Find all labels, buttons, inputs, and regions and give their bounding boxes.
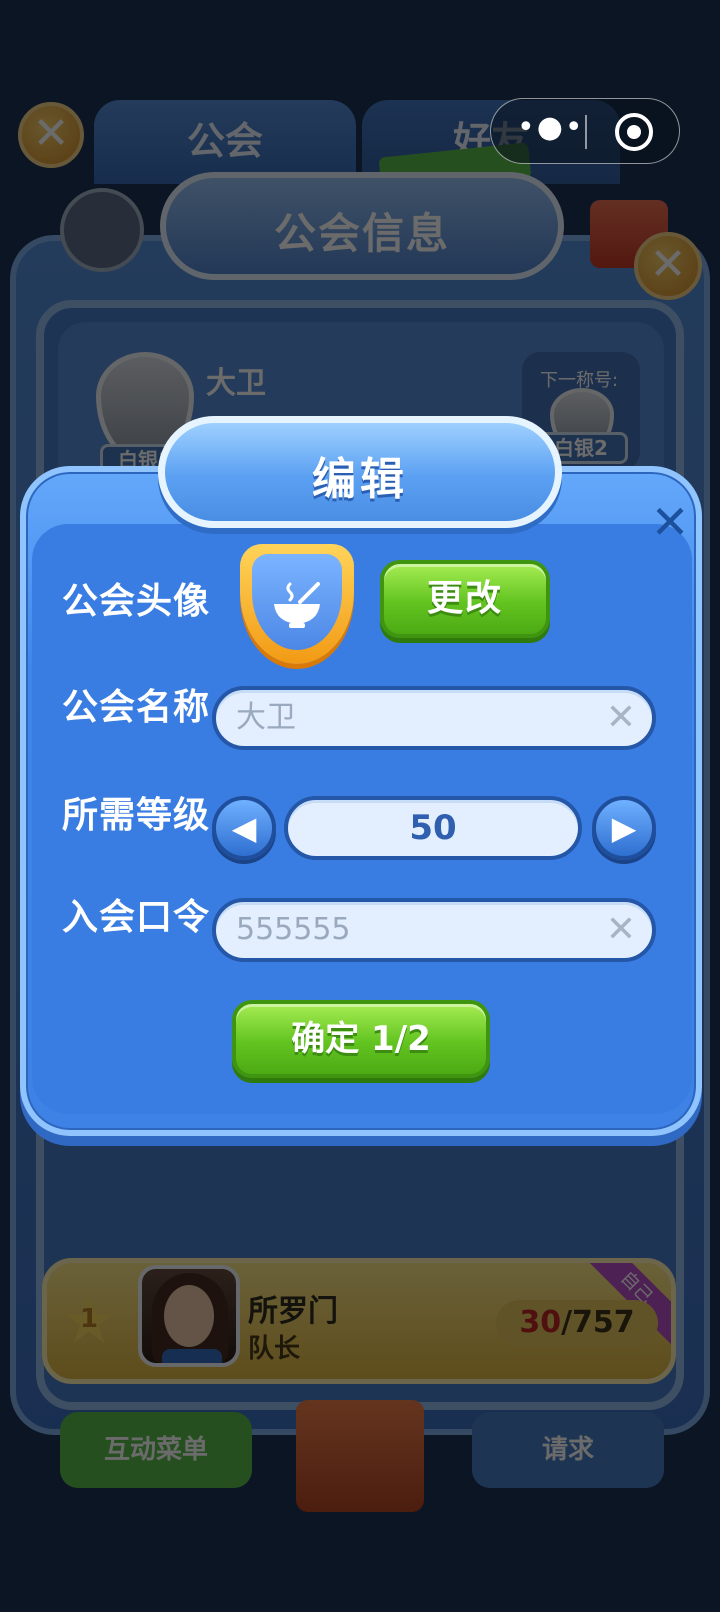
member-rank: 1 — [79, 1304, 99, 1334]
level-decrease-button[interactable]: ◀ — [212, 796, 276, 860]
avatar-label: 公会头像 — [62, 581, 211, 622]
dialog-title: 编辑 — [312, 454, 408, 505]
interaction-menu-button[interactable]: 互动菜单 — [60, 1412, 252, 1488]
guild-name: 大卫 — [206, 366, 266, 401]
member-score: 30/757 — [496, 1300, 658, 1346]
guild-name-input[interactable]: 大卫 ✕ — [212, 686, 656, 750]
top-close-icon[interactable]: ✕ — [18, 102, 84, 168]
arrow-right-icon: ▶ — [611, 809, 637, 847]
request-button[interactable]: 请求 — [472, 1412, 664, 1488]
confirm-button[interactable]: 确定 1/2 — [232, 1000, 490, 1078]
level-increase-button[interactable]: ▶ — [592, 796, 656, 860]
score-current: 30 — [519, 1305, 562, 1340]
clear-password-icon[interactable]: ✕ — [606, 902, 636, 958]
join-password-input[interactable]: 555555 ✕ — [212, 898, 656, 962]
guild-shield-icon — [60, 188, 144, 272]
guild-name-value: 大卫 — [236, 700, 296, 735]
capsule-divider — [585, 115, 587, 149]
score-total: /757 — [561, 1305, 635, 1340]
dialog-title-pill: 编辑 — [158, 416, 562, 528]
chest-icon[interactable] — [296, 1400, 424, 1512]
bowl-icon — [274, 582, 320, 628]
panel-title: 公会信息 — [273, 209, 450, 258]
miniprogram-capsule: •●• — [490, 98, 680, 164]
guild-avatar-frame — [252, 554, 342, 650]
arrow-left-icon: ◀ — [231, 809, 257, 847]
panel-close-icon[interactable]: ✕ — [634, 232, 702, 300]
clear-name-icon[interactable]: ✕ — [606, 690, 636, 746]
member-avatar[interactable] — [138, 1265, 240, 1367]
member-role: 队长 — [248, 1334, 301, 1364]
password-label: 入会口令 — [62, 897, 211, 938]
name-label: 公会名称 — [62, 687, 211, 728]
change-avatar-button[interactable]: 更改 — [380, 560, 550, 638]
target-circle-icon[interactable] — [615, 113, 653, 151]
level-value: 50 — [284, 796, 582, 860]
join-password-value: 555555 — [236, 912, 351, 947]
member-name: 所罗门 — [248, 1294, 338, 1329]
more-dots-icon[interactable]: •●• — [517, 113, 585, 143]
level-label: 所需等级 — [62, 795, 211, 836]
close-icon[interactable]: ✕ — [644, 496, 696, 548]
panel-title-pill: 公会信息 — [160, 172, 564, 280]
